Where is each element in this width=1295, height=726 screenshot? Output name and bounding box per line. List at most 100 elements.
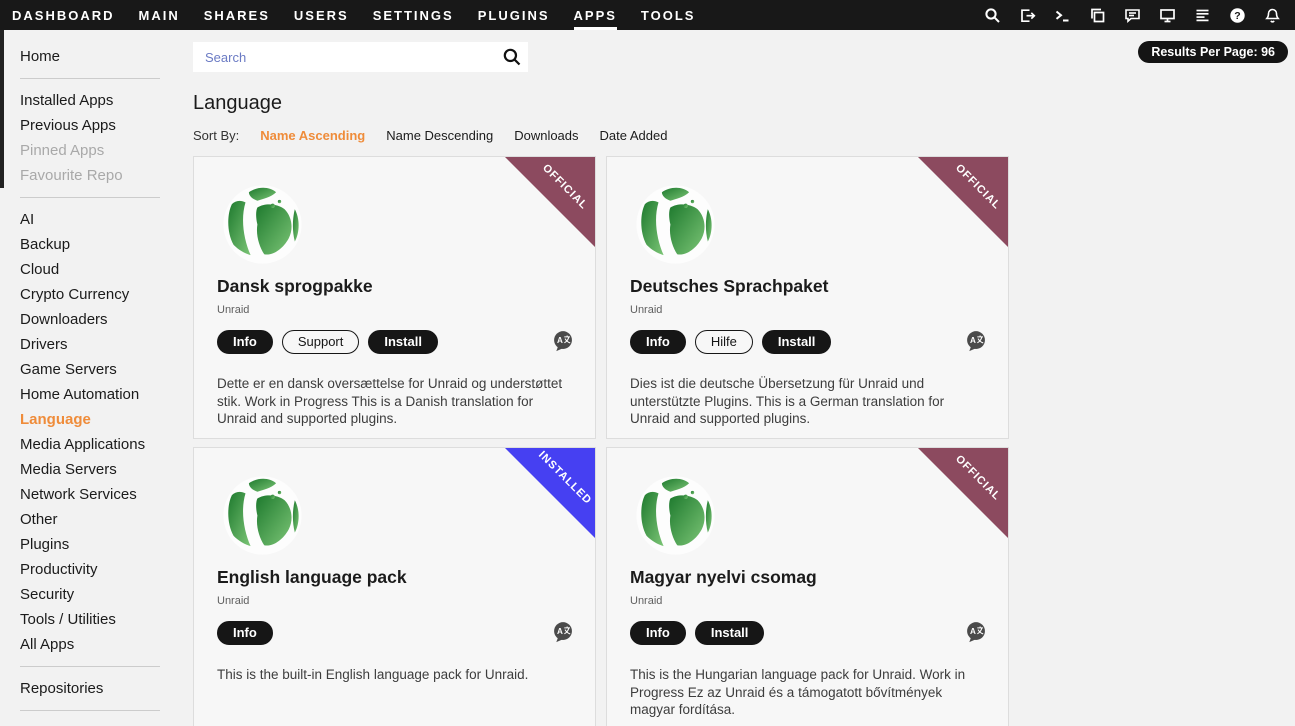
sort-option[interactable]: Name Descending [386, 128, 493, 143]
card-actions: Info Support Install A [217, 330, 575, 354]
sidebar-item[interactable]: Pinned Apps [20, 138, 193, 163]
svg-text:A: A [557, 336, 563, 345]
page-title: Language [193, 92, 1295, 115]
app-description: Dette er en dansk oversættelse for Unrai… [217, 375, 565, 428]
sidebar-item[interactable]: Home [20, 44, 193, 69]
nav-tab[interactable]: SETTINGS [373, 0, 454, 30]
card-action-button[interactable]: Install [695, 621, 765, 645]
sidebar-item[interactable]: Installed Apps [20, 88, 193, 113]
sort-by-label: Sort By: [193, 128, 239, 143]
sidebar-category-item[interactable]: Crypto Currency [20, 282, 193, 307]
globe-app-icon[interactable] [633, 182, 718, 267]
sidebar-category-item[interactable]: Network Services [20, 482, 193, 507]
sidebar-category-item[interactable]: Backup [20, 232, 193, 257]
terminal-icon[interactable] [1054, 7, 1071, 24]
svg-text:A: A [970, 627, 976, 636]
left-scrollbar [0, 30, 4, 726]
app-title[interactable]: Magyar nyelvi csomag [630, 567, 1008, 588]
sidebar-category-item[interactable]: Cloud [20, 257, 193, 282]
nav-tab[interactable]: MAIN [139, 0, 180, 30]
nav-tab[interactable]: DASHBOARD [12, 0, 115, 30]
nav-tab[interactable]: TOOLS [641, 0, 696, 30]
app-author[interactable]: Unraid [630, 304, 1008, 316]
app-card: OFFICIAL [193, 156, 596, 439]
card-action-button[interactable]: Info [217, 621, 273, 645]
app-title[interactable]: English language pack [217, 567, 595, 588]
search-input[interactable] [193, 42, 528, 72]
sidebar-category-item[interactable]: AI [20, 207, 193, 232]
results-per-page-label: Results Per Page: [1151, 45, 1257, 59]
sidebar-item[interactable]: Favourite Repo [20, 163, 193, 188]
translate-icon[interactable]: A [965, 621, 988, 645]
sort-option[interactable]: Name Ascending [260, 128, 365, 143]
nav-tab[interactable]: SHARES [204, 0, 270, 30]
card-action-button[interactable]: Hilfe [695, 330, 753, 354]
card-action-button[interactable]: Install [368, 330, 438, 354]
notifications-bell-icon[interactable] [1264, 7, 1281, 24]
sidebar-category-item[interactable]: Media Applications [20, 432, 193, 457]
card-buttons: Info Hilfe Install [630, 330, 965, 354]
translate-icon[interactable]: A [965, 330, 988, 354]
search-submit-icon[interactable] [502, 47, 522, 67]
translate-icon[interactable]: A [552, 621, 575, 645]
app-title[interactable]: Deutsches Sprachpaket [630, 276, 1008, 297]
ribbon-label: OFFICIAL [953, 453, 1003, 503]
card-action-button[interactable]: Info [630, 330, 686, 354]
card-ribbon: OFFICIAL [918, 157, 1008, 247]
ribbon-label: OFFICIAL [540, 162, 590, 212]
translate-icon[interactable]: A [552, 330, 575, 354]
sidebar-category-item[interactable]: Tools / Utilities [20, 607, 193, 632]
search-icon[interactable] [984, 7, 1001, 24]
scrollbar-thumb[interactable] [0, 30, 4, 188]
card-action-button[interactable]: Info [217, 330, 273, 354]
search-bar [193, 42, 528, 72]
sidebar-category-item[interactable]: Drivers [20, 332, 193, 357]
card-action-button[interactable]: Install [762, 330, 832, 354]
copy-icon[interactable] [1089, 7, 1106, 24]
sidebar-category-item[interactable]: Media Servers [20, 457, 193, 482]
card-actions: Info A [217, 621, 575, 645]
card-action-button[interactable]: Support [282, 330, 360, 354]
sidebar-home-group: Home [20, 44, 193, 69]
app-title[interactable]: Dansk sprogpakke [217, 276, 595, 297]
card-action-button[interactable]: Info [630, 621, 686, 645]
sidebar-category-item[interactable]: Downloaders [20, 307, 193, 332]
sidebar-category-item[interactable]: Language [20, 407, 193, 432]
help-icon[interactable]: ? [1229, 7, 1246, 24]
globe-app-icon[interactable] [633, 473, 718, 558]
app-card: OFFICIAL [606, 447, 1009, 726]
sidebar-categories: AIBackupCloudCrypto CurrencyDownloadersD… [20, 207, 193, 657]
sidebar-category-item[interactable]: Other [20, 507, 193, 532]
sidebar-category-item[interactable]: Game Servers [20, 357, 193, 382]
sidebar-item[interactable]: Previous Apps [20, 113, 193, 138]
sidebar-category-item[interactable]: Home Automation [20, 382, 193, 407]
sidebar-category-item[interactable]: Plugins [20, 532, 193, 557]
log-icon[interactable] [1194, 7, 1211, 24]
sidebar-item[interactable]: Settings [20, 720, 193, 726]
svg-text:?: ? [1234, 10, 1240, 22]
logout-icon[interactable] [1019, 7, 1036, 24]
nav-tab[interactable]: USERS [294, 0, 349, 30]
sidebar-item[interactable]: Repositories [20, 676, 193, 701]
sidebar-category-item[interactable]: Security [20, 582, 193, 607]
nav-tab[interactable]: PLUGINS [478, 0, 550, 30]
top-nav: DASHBOARD MAIN SHARES USERS SETTINGS PLU… [0, 0, 1295, 30]
sort-option[interactable]: Date Added [600, 128, 668, 143]
sidebar: Home Installed AppsPrevious AppsPinned A… [0, 30, 193, 726]
feedback-icon[interactable] [1124, 7, 1141, 24]
card-ribbon: OFFICIAL [918, 448, 1008, 538]
globe-app-icon[interactable] [220, 182, 305, 267]
sidebar-divider [20, 197, 160, 198]
app-author[interactable]: Unraid [217, 595, 595, 607]
app-author[interactable]: Unraid [217, 304, 595, 316]
sidebar-category-item[interactable]: Productivity [20, 557, 193, 582]
card-buttons: Info Install [630, 621, 965, 645]
ribbon-label: OFFICIAL [953, 162, 1003, 212]
sidebar-category-item[interactable]: All Apps [20, 632, 193, 657]
monitor-icon[interactable] [1159, 7, 1176, 24]
app-author[interactable]: Unraid [630, 595, 1008, 607]
nav-tab[interactable]: APPS [574, 0, 617, 30]
sort-option[interactable]: Downloads [514, 128, 578, 143]
results-per-page-button[interactable]: Results Per Page: 96 [1138, 41, 1288, 63]
globe-app-icon[interactable] [220, 473, 305, 558]
